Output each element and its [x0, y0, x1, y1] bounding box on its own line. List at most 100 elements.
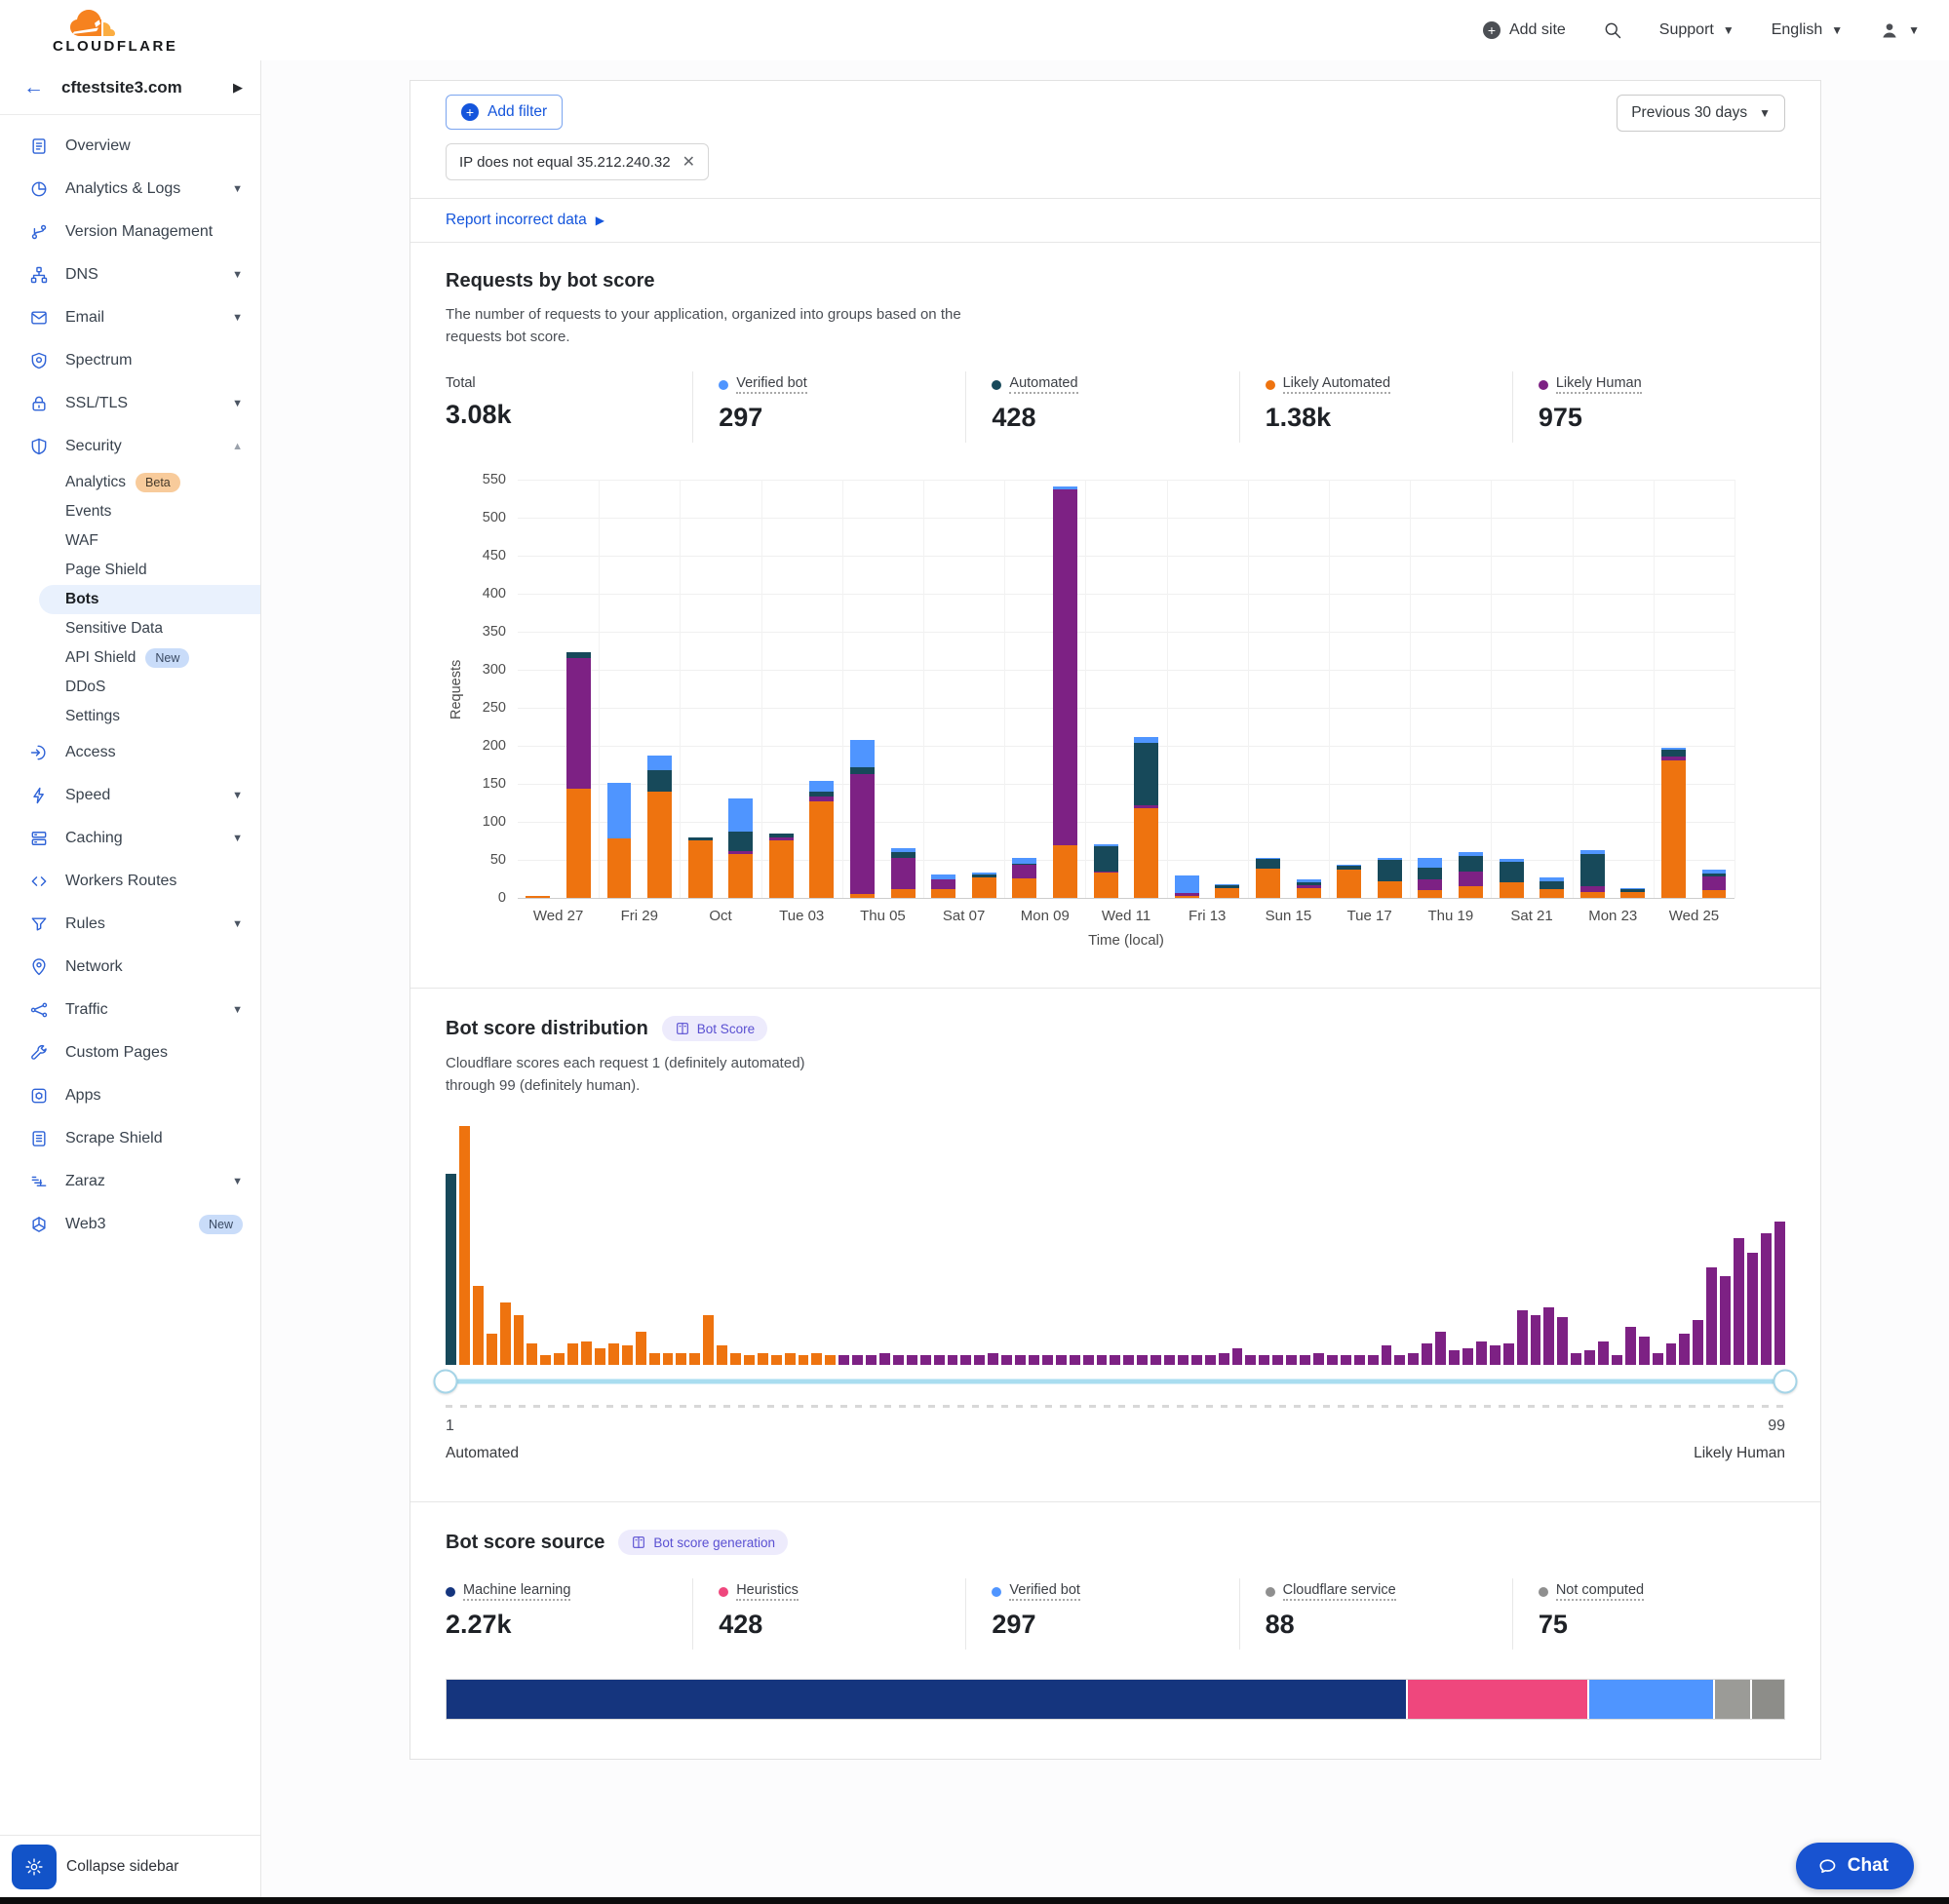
account-menu[interactable]: ▼	[1880, 20, 1920, 40]
report-incorrect-data-link[interactable]: Report incorrect data ▶	[446, 212, 604, 229]
gear-icon	[24, 1857, 44, 1877]
sidebar-item-spectrum[interactable]: Spectrum	[0, 339, 260, 382]
slider-handle-max[interactable]	[1774, 1370, 1798, 1394]
histogram-bar-score-48	[1083, 1355, 1094, 1365]
sidebar-item-workers-routes[interactable]: Workers Routes	[0, 860, 260, 903]
histogram-bar-score-79	[1503, 1343, 1514, 1365]
section-description: Cloudflare scores each request 1 (defini…	[446, 1053, 1785, 1097]
sidebar-item-speed[interactable]: Speed▼	[0, 774, 260, 817]
histogram-bar-score-46	[1056, 1355, 1067, 1365]
support-menu[interactable]: Support ▼	[1659, 21, 1735, 39]
sidebar-subitem-sensitive-data[interactable]: Sensitive Data	[0, 614, 260, 643]
stat-label[interactable]: Cloudflare service	[1283, 1582, 1396, 1601]
search-button[interactable]	[1603, 20, 1622, 40]
histogram-bar-score-7	[526, 1343, 537, 1365]
bot-score-generation-badge[interactable]: Bot score generation	[618, 1530, 788, 1555]
sidebar-item-network[interactable]: Network	[0, 946, 260, 989]
sidebar-item-scrape-shield[interactable]: Scrape Shield	[0, 1117, 260, 1160]
back-arrow-icon[interactable]: ←	[23, 76, 44, 99]
add-filter-button[interactable]: + Add filter	[446, 95, 563, 130]
source-stats-row: Machine learning2.27kHeuristics428Verifi…	[446, 1578, 1785, 1650]
chat-button[interactable]: Chat	[1796, 1843, 1914, 1889]
chevron-down-icon[interactable]: ▼	[232, 398, 243, 409]
sidebar-subitem-bots[interactable]: Bots	[39, 585, 260, 614]
bar-segment-verified-bot	[607, 783, 632, 838]
sidebar-item-security[interactable]: Security▲	[0, 425, 260, 468]
bar-segment-likely-automated	[1256, 869, 1280, 898]
close-icon[interactable]: ✕	[682, 152, 695, 172]
histogram-bar-score-40	[974, 1355, 985, 1365]
histogram-bar-score-45	[1042, 1355, 1053, 1365]
sidebar-subitem-events[interactable]: Events	[0, 497, 260, 526]
sidebar-item-web3[interactable]: Web3New	[0, 1203, 260, 1246]
bar-segment-likely-human	[850, 774, 875, 895]
site-header[interactable]: ← cftestsite3.com ▶	[0, 60, 260, 115]
stat-label[interactable]: Automated	[1009, 375, 1077, 394]
cloudflare-logo[interactable]: CLOUDFLARE	[53, 7, 177, 55]
sidebar-item-custom-pages[interactable]: Custom Pages	[0, 1031, 260, 1074]
bar-segment-likely-human	[566, 658, 591, 790]
sidebar-item-dns[interactable]: DNS▼	[0, 253, 260, 296]
y-tick-label: 100	[467, 814, 506, 830]
chevron-down-icon[interactable]: ▼	[232, 312, 243, 324]
collapse-sidebar-button[interactable]: Collapse sidebar	[66, 1858, 178, 1876]
legend-dot-icon	[446, 1587, 455, 1597]
stat-label[interactable]: Machine learning	[463, 1582, 570, 1601]
sidebar-item-ssl-tls[interactable]: SSL/TLS▼	[0, 382, 260, 425]
language-menu[interactable]: English ▼	[1772, 21, 1843, 39]
source-stacked-bar	[446, 1679, 1785, 1720]
stacked-bar	[1378, 858, 1402, 898]
chevron-down-icon[interactable]: ▼	[232, 183, 243, 195]
stat-label[interactable]: Heuristics	[736, 1582, 799, 1601]
stat-label[interactable]: Verified bot	[736, 375, 807, 394]
add-site-button[interactable]: + Add site	[1483, 21, 1566, 39]
sidebar-item-label: Traffic	[65, 1001, 232, 1019]
sidebar-subitem-waf[interactable]: WAF	[0, 526, 260, 556]
sidebar-item-caching[interactable]: Caching▼	[0, 817, 260, 860]
sidebar-item-traffic[interactable]: Traffic▼	[0, 989, 260, 1031]
chevron-up-icon[interactable]: ▲	[232, 441, 243, 452]
stat-label[interactable]: Not computed	[1556, 1582, 1644, 1601]
settings-gear-button[interactable]	[12, 1845, 57, 1889]
histogram-bar-score-4	[487, 1334, 497, 1365]
stat-label[interactable]: Likely Human	[1556, 375, 1642, 394]
filter-chip[interactable]: IP does not equal 35.212.240.32 ✕	[446, 143, 709, 180]
sidebar-item-rules[interactable]: Rules▼	[0, 903, 260, 946]
sidebar-item-zaraz[interactable]: Zaraz▼	[0, 1160, 260, 1203]
chevron-down-icon[interactable]: ▼	[232, 1176, 243, 1187]
chevron-down-icon[interactable]: ▼	[232, 1004, 243, 1016]
stat-label[interactable]: Verified bot	[1009, 1582, 1080, 1601]
bar-segment-likely-human	[931, 879, 955, 889]
chevron-down-icon[interactable]: ▼	[232, 833, 243, 844]
sidebar-item-analytics-logs[interactable]: Analytics & Logs▼	[0, 168, 260, 211]
sidebar-item-version-management[interactable]: Version Management	[0, 211, 260, 253]
slider-handle-min[interactable]	[434, 1370, 458, 1394]
sidebar-subitem-api-shield[interactable]: API ShieldNew	[0, 643, 260, 673]
x-tick-label: Thu 19	[1410, 908, 1491, 924]
sidebar-subitem-settings[interactable]: Settings	[0, 702, 260, 731]
stat-not-computed: Not computed 75	[1512, 1578, 1785, 1650]
bar-segment-automated	[1134, 743, 1158, 806]
sidebar-item-access[interactable]: Access	[0, 731, 260, 774]
chevron-right-icon[interactable]: ▶	[233, 80, 243, 96]
stat-value: 75	[1539, 1610, 1775, 1640]
chevron-down-icon[interactable]: ▼	[232, 269, 243, 281]
bot-score-badge[interactable]: Bot Score	[662, 1016, 767, 1041]
stat-label[interactable]: Likely Automated	[1283, 375, 1390, 394]
date-range-select[interactable]: Previous 30 days ▼	[1617, 95, 1785, 132]
chevron-down-icon[interactable]: ▼	[232, 790, 243, 801]
chevron-down-icon[interactable]: ▼	[232, 918, 243, 930]
x-tick-label: Wed 11	[1085, 908, 1166, 924]
sidebar-subitem-analytics[interactable]: AnalyticsBeta	[0, 468, 260, 497]
y-tick-label: 450	[467, 548, 506, 563]
access-icon	[29, 743, 51, 762]
sidebar-subitem-ddos[interactable]: DDoS	[0, 673, 260, 702]
histogram-bar-score-30	[838, 1355, 849, 1365]
histogram-bar-score-81	[1531, 1315, 1541, 1365]
sidebar-item-email[interactable]: Email▼	[0, 296, 260, 339]
sidebar-subitem-label: Settings	[65, 708, 120, 725]
sidebar-item-overview[interactable]: Overview	[0, 125, 260, 168]
y-tick-label: 500	[467, 510, 506, 525]
sidebar-subitem-page-shield[interactable]: Page Shield	[0, 556, 260, 585]
sidebar-item-apps[interactable]: Apps	[0, 1074, 260, 1117]
